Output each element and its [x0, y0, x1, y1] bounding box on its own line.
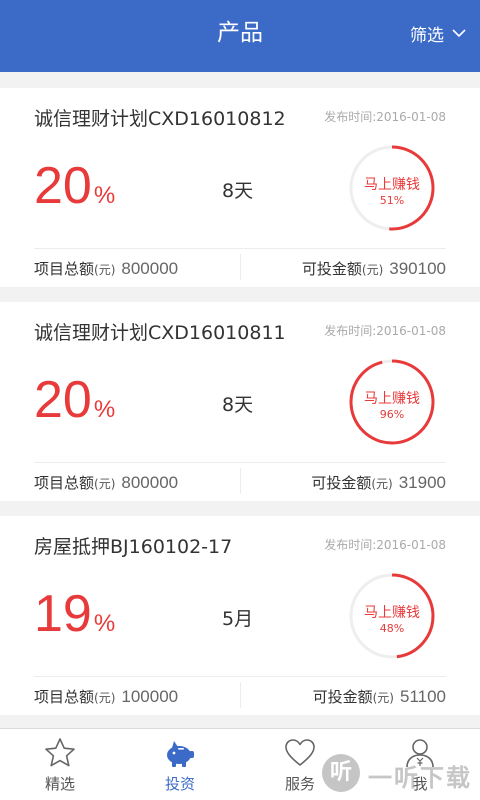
available-value: 51100: [399, 687, 446, 706]
product-card[interactable]: 房屋抵押BJ160102-17 发布时间:2016-01-08 19% 5月 马…: [0, 516, 480, 715]
tab-label: 投资: [164, 775, 195, 793]
total-label: 项目总额: [34, 688, 95, 706]
bottom-tab-bar: 精选 投资 服务 我: [0, 728, 480, 800]
available-value: 390100: [389, 259, 446, 278]
available-amount: 可投金额(元) 390100: [302, 258, 446, 279]
divider: [240, 254, 241, 280]
available-unit: (元): [361, 263, 384, 277]
tab-label: 服务: [284, 775, 315, 793]
total-unit: (元): [94, 477, 116, 491]
total-amount: 项目总额(元) 800000: [34, 472, 178, 493]
user-icon: [406, 739, 434, 768]
star-icon: [45, 738, 75, 767]
invest-now-button[interactable]: 马上赚钱 48%: [348, 572, 436, 660]
publish-date: 发布时间:2016-01-08: [324, 538, 446, 552]
product-name: 诚信理财计划CXD16010812: [34, 108, 286, 130]
annual-rate: 20%: [34, 160, 115, 212]
divider: [34, 462, 446, 463]
tab-label: 精选: [44, 775, 75, 793]
total-value: 100000: [121, 687, 179, 706]
product-name: 诚信理财计划CXD16010811: [34, 322, 286, 344]
total-label: 项目总额: [34, 260, 95, 278]
term-value: 5月: [222, 608, 254, 630]
divider: [34, 676, 446, 677]
available-label: 可投金额: [312, 688, 373, 706]
product-card[interactable]: 诚信理财计划CXD16010812 发布时间:2016-01-08 20% 8天…: [0, 88, 480, 287]
divider: [240, 682, 241, 708]
annual-rate: 19%: [34, 588, 115, 640]
invest-now-button[interactable]: 马上赚钱 51%: [348, 144, 436, 232]
tab-service[interactable]: 服务: [240, 729, 360, 800]
rate-value: 19: [34, 585, 92, 643]
available-amount: 可投金额(元) 51100: [313, 686, 446, 707]
divider: [34, 248, 446, 249]
product-name: 房屋抵押BJ160102-17: [34, 536, 233, 558]
chevron-down-icon: [452, 28, 466, 37]
rate-value: 20: [34, 371, 92, 429]
available-label: 可投金额: [311, 474, 372, 492]
total-unit: (元): [94, 691, 116, 705]
piggy-bank-icon: [167, 741, 194, 767]
tab-me[interactable]: 我: [360, 729, 480, 800]
rate-unit: %: [93, 396, 116, 423]
progress-percent: 96%: [379, 408, 405, 421]
available-unit: (元): [371, 477, 393, 491]
progress-percent: 51%: [379, 194, 405, 207]
filter-button[interactable]: 筛选: [410, 0, 466, 72]
publish-date: 发布时间:2016-01-08: [324, 324, 446, 338]
total-value: 800000: [121, 473, 179, 492]
invest-now-label: 马上赚钱: [364, 177, 420, 193]
term-value: 8天: [222, 180, 254, 202]
tab-label: 我: [412, 775, 428, 793]
invest-now-button[interactable]: 马上赚钱 96%: [348, 358, 436, 446]
total-amount: 项目总额(元) 100000: [34, 686, 178, 707]
available-unit: (元): [372, 691, 394, 705]
product-card[interactable]: 诚信理财计划CXD16010811 发布时间:2016-01-08 20% 8天…: [0, 302, 480, 501]
rate-unit: %: [93, 610, 116, 637]
invest-now-label: 马上赚钱: [364, 391, 420, 407]
annual-rate: 20%: [34, 374, 115, 426]
header-bar: 产品 筛选: [0, 0, 480, 72]
publish-date: 发布时间:2016-01-08: [324, 110, 446, 124]
progress-percent: 48%: [379, 622, 405, 635]
heart-icon: [285, 739, 315, 766]
total-unit: (元): [94, 263, 116, 277]
available-label: 可投金额: [301, 260, 362, 278]
page-title: 产品: [217, 20, 263, 46]
rate-value: 20: [34, 157, 92, 215]
rate-unit: %: [93, 182, 116, 209]
filter-label: 筛选: [410, 25, 444, 46]
available-value: 31900: [398, 473, 446, 492]
total-amount: 项目总额(元) 800000: [34, 258, 178, 279]
term-value: 8天: [222, 394, 254, 416]
total-value: 800000: [121, 259, 179, 278]
tab-invest[interactable]: 投资: [120, 729, 240, 800]
tab-featured[interactable]: 精选: [0, 729, 120, 800]
total-label: 项目总额: [34, 474, 95, 492]
divider: [240, 468, 241, 494]
invest-now-label: 马上赚钱: [364, 605, 420, 621]
available-amount: 可投金额(元) 31900: [311, 472, 446, 493]
